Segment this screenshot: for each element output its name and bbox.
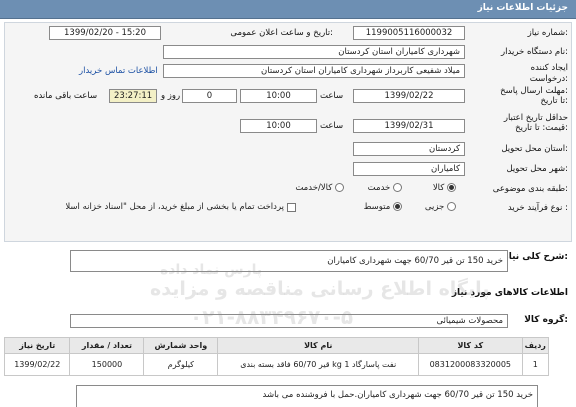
creator-label-2: درخواست: bbox=[529, 74, 568, 84]
col-name: نام کالا bbox=[217, 337, 420, 354]
purchase-type-label: نوع فرآیند خرید : bbox=[507, 203, 568, 213]
deadline-label-1: مهلت ارسال پاسخ: bbox=[500, 86, 568, 96]
header-bar: جزئیات اطلاعات نیاز bbox=[0, 0, 576, 19]
validity-label-1: حداقل تاریخ اعتبار bbox=[503, 113, 568, 123]
goods-group-label: گروه کالا: bbox=[524, 315, 568, 325]
cell-qty: 150000 bbox=[69, 353, 145, 376]
city-label: شهر محل تحویل: bbox=[506, 164, 568, 174]
validity-date-field[interactable]: 1399/02/31 bbox=[353, 119, 465, 133]
purchase-medium-radio[interactable] bbox=[393, 202, 402, 211]
buyer-org-label: نام دستگاه خریدار: bbox=[501, 47, 568, 57]
deadline-date-field[interactable]: 1399/02/22 bbox=[353, 89, 465, 103]
category-service-radio[interactable] bbox=[393, 183, 402, 192]
page-title: جزئیات اطلاعات نیاز bbox=[477, 3, 568, 13]
watermark-line2: ۰۲۱-۸۸۳۴۹۶۷۰-۵ bbox=[190, 305, 354, 329]
description-text: خرید 150 تن قیر 60/70 جهت شهرداری کامیار… bbox=[262, 390, 533, 400]
need-number-field[interactable]: 1199005116000032 bbox=[353, 26, 465, 40]
purchase-minor-label: جزیی bbox=[424, 202, 445, 212]
days-label: روز و bbox=[161, 91, 181, 101]
creator-field[interactable]: میلاد شفیعی کاربرداز شهرداری کامیاران اس… bbox=[163, 64, 465, 78]
table-row[interactable]: 1399/02/22 150000 کیلوگرم قیر 60/70 فاقد… bbox=[3, 353, 550, 376]
province-field[interactable]: کردستان bbox=[353, 142, 465, 156]
category-goods-radio[interactable] bbox=[447, 183, 456, 192]
goods-table-header: تاریخ نیاز تعداد / مقدار واحد شمارش نام … bbox=[3, 337, 550, 354]
category-service-label: خدمت bbox=[367, 183, 391, 193]
description-box: خرید 150 تن قیر 60/70 جهت شهرداری کامیار… bbox=[76, 385, 538, 407]
purchase-medium-label: متوسط bbox=[363, 202, 391, 212]
goods-table: تاریخ نیاز تعداد / مقدار واحد شمارش نام … bbox=[3, 337, 550, 376]
validity-time-label: ساعت bbox=[320, 121, 344, 131]
province-label: استان محل تحویل: bbox=[501, 144, 568, 154]
watermark-line1: پایگاه اطلاع رسانی مناقصه و مزایده bbox=[150, 278, 490, 300]
category-option-service[interactable]: خدمت bbox=[368, 183, 402, 193]
category-option-goods[interactable]: کالا bbox=[433, 183, 456, 193]
summary-box: خرید 150 تن قیر 60/70 جهت شهرداری کامیار… bbox=[70, 250, 508, 272]
category-both-label: کالا/خدمت bbox=[295, 183, 333, 193]
validity-label-2: قیمت: تا تاریخ: bbox=[515, 123, 568, 133]
category-goods-label: کالا bbox=[432, 183, 445, 193]
purchase-option-minor[interactable]: جزیی bbox=[425, 202, 456, 212]
remaining-time-field: 23:27:11 bbox=[109, 89, 157, 103]
summary-text: خرید 150 تن قیر 60/70 جهت شهرداری کامیار… bbox=[327, 256, 503, 266]
cell-unit: کیلوگرم bbox=[143, 353, 219, 376]
need-number-label: شماره نیاز: bbox=[527, 28, 568, 38]
col-unit: واحد شمارش bbox=[143, 337, 219, 354]
payment-note: پرداخت تمام یا بخشی از مبلغ خرید، از محل… bbox=[66, 202, 284, 212]
city-field[interactable]: کامیاران bbox=[353, 162, 465, 176]
buyer-org-field[interactable]: شهرداری کامیاران استان کردستان bbox=[163, 45, 465, 59]
col-row: ردیف bbox=[521, 337, 550, 354]
category-label: طبقه بندی موضوعی: bbox=[492, 184, 568, 194]
purchase-option-medium[interactable]: متوسط bbox=[364, 202, 402, 212]
col-code: کد کالا bbox=[418, 337, 523, 354]
days-field[interactable]: 0 bbox=[182, 89, 237, 103]
cell-date: 1399/02/22 bbox=[3, 353, 71, 376]
cell-row: 1 bbox=[521, 353, 550, 376]
col-date: تاریخ نیاز bbox=[3, 337, 71, 354]
validity-time-field[interactable]: 10:00 bbox=[240, 119, 317, 133]
buyer-contact-link[interactable]: اطلاعات تماس خریدار bbox=[79, 66, 158, 76]
deadline-time-field[interactable]: 10:00 bbox=[240, 89, 317, 103]
remaining-label: ساعت باقی مانده bbox=[34, 91, 98, 101]
payment-checkbox[interactable] bbox=[287, 203, 296, 212]
category-option-both[interactable]: کالا/خدمت bbox=[295, 183, 344, 193]
category-both-radio[interactable] bbox=[335, 183, 344, 192]
announce-label: تاریخ و ساعت اعلان عمومی: bbox=[230, 28, 333, 38]
announce-field[interactable]: 1399/02/20 - 15:20 bbox=[49, 26, 161, 40]
cell-name: قیر 60/70 فاقد بسته بندی kg 1 نفت پاسارگ… bbox=[217, 353, 420, 376]
purchase-minor-radio[interactable] bbox=[447, 202, 456, 211]
deadline-time-label: ساعت bbox=[320, 91, 344, 101]
creator-label: ایجاد کننده bbox=[530, 63, 568, 73]
watermark-line3: پارس نماد داده bbox=[160, 262, 263, 278]
deadline-label-2: تا تاریخ: bbox=[540, 96, 568, 106]
cell-code: 0831200083320005 bbox=[418, 353, 523, 376]
col-qty: تعداد / مقدار bbox=[69, 337, 145, 354]
summary-label: شرح کلی نیاز: bbox=[503, 252, 568, 262]
